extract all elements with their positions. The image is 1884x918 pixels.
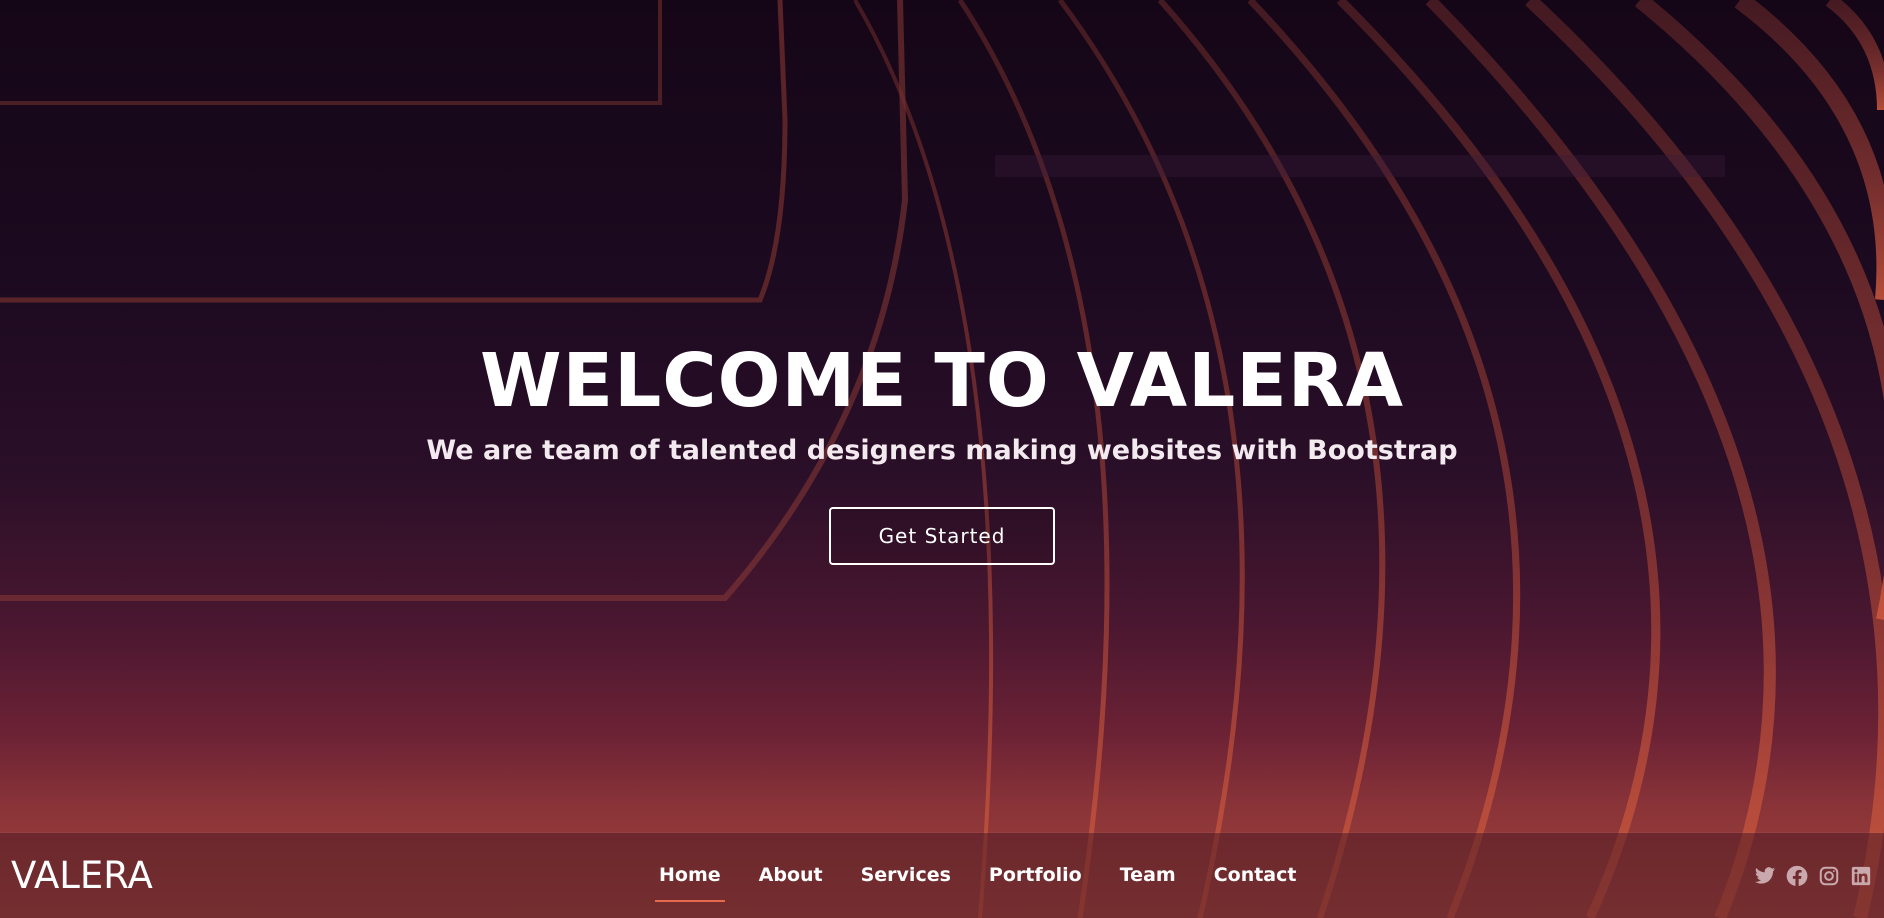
nav-item-home[interactable]: Home xyxy=(655,833,725,918)
facebook-icon[interactable] xyxy=(1786,865,1808,887)
nav-menu: Home About Services Portfolio Team Conta… xyxy=(640,833,1315,918)
hero-content: WELCOME TO VALERA We are team of talente… xyxy=(0,335,1884,565)
hero-subtitle: We are team of talented designers making… xyxy=(426,435,1458,466)
logo[interactable]: VALERA xyxy=(11,853,153,899)
twitter-icon[interactable] xyxy=(1754,865,1776,887)
hero-section: WELCOME TO VALERA We are team of talente… xyxy=(0,0,1884,918)
nav-item-team[interactable]: Team xyxy=(1120,833,1176,918)
nav-item-about[interactable]: About xyxy=(759,833,823,918)
instagram-icon[interactable] xyxy=(1818,865,1840,887)
social-links xyxy=(1744,833,1872,918)
nav-item-contact[interactable]: Contact xyxy=(1214,833,1297,918)
nav-item-services[interactable]: Services xyxy=(861,833,951,918)
linkedin-icon[interactable] xyxy=(1850,865,1872,887)
get-started-button[interactable]: Get Started xyxy=(829,507,1055,565)
nav-item-portfolio[interactable]: Portfolio xyxy=(989,833,1082,918)
hero-title: WELCOME TO VALERA xyxy=(479,338,1405,424)
navbar: VALERA Home About Services Portfolio Tea… xyxy=(0,833,1884,918)
